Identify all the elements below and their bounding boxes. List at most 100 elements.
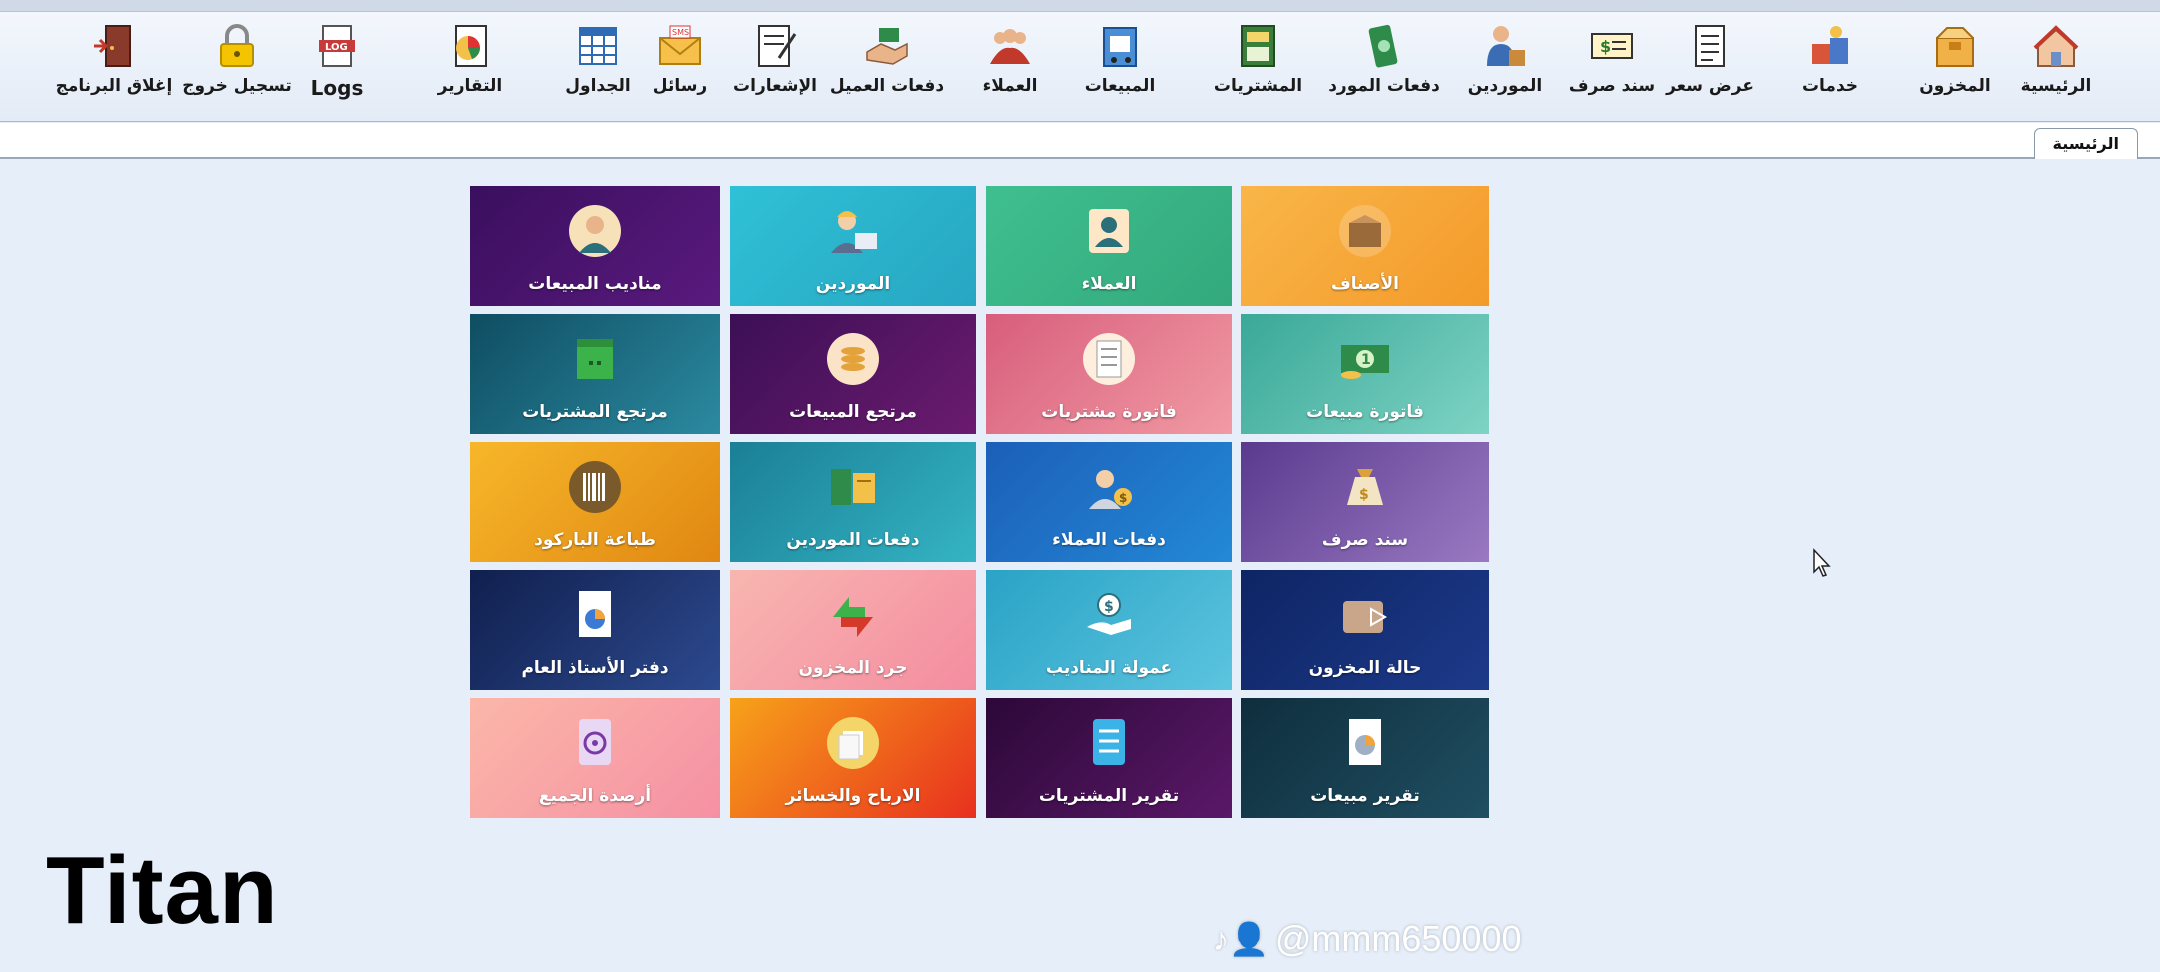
tile-icon-wrap	[1330, 708, 1400, 778]
svg-text:1: 1	[1361, 352, 1371, 368]
module-tile-purchase-report[interactable]: تقرير المشتريات	[986, 698, 1232, 818]
tile-label: العملاء	[1081, 274, 1137, 294]
module-tile-ledger-pie[interactable]: دفتر الأستاذ العام	[470, 570, 720, 690]
toolbar-button-exit-door[interactable]: إغلاق البرنامج	[54, 22, 174, 114]
svg-text:$: $	[1119, 491, 1127, 505]
reports-icon	[455, 25, 487, 67]
balances-icon	[579, 719, 611, 765]
mouse-cursor-icon	[1813, 548, 1831, 577]
tile-icon-wrap: 1	[1330, 324, 1400, 394]
tile-label: الارباح والخسائر	[785, 786, 921, 806]
toolbar-button-payment-voucher[interactable]: $ سند صرف	[1552, 22, 1672, 114]
toolbar-button-purchases[interactable]: المشتريات	[1198, 22, 1318, 114]
tab-home[interactable]: الرئيسية	[2033, 128, 2138, 159]
module-tile-stock-status[interactable]: حالة المخزون	[1241, 570, 1489, 690]
module-tile-balances[interactable]: أرصدة الجميع	[470, 698, 720, 818]
toolbar-button-label: رسائل	[652, 76, 708, 96]
toolbar-button-services[interactable]: خدمات	[1770, 22, 1890, 114]
tile-icon-wrap	[1074, 196, 1144, 266]
barcode-icon	[569, 461, 621, 513]
toolbar-button-customer-payments[interactable]: دفعات العميل	[827, 22, 947, 114]
toolbar-button-sales[interactable]: المبيعات	[1060, 22, 1180, 114]
svg-text:SMS: SMS	[672, 28, 689, 37]
toolbar-button-supplier-payments[interactable]: دفعات المورد	[1324, 22, 1444, 114]
main-toolbar: الرئيسية المخزون خدمات عرض سعر $ سند صرف المور…	[0, 12, 2160, 122]
tile-label: الأصناف	[1331, 274, 1399, 294]
tile-icon-wrap: $	[1330, 452, 1400, 522]
module-tile-items-box[interactable]: الأصناف	[1241, 186, 1489, 306]
tile-icon-wrap	[1330, 580, 1400, 650]
toolbar-button-lock[interactable]: تسجيل خروج	[177, 22, 297, 114]
toolbar-button-label: Logs	[310, 76, 364, 100]
tile-label: دفعات الموردين	[786, 530, 920, 550]
svg-text:LOG: LOG	[325, 42, 348, 53]
toolbar-button-label: العملاء	[982, 76, 1038, 96]
toolbar-button-reports[interactable]: التقارير	[410, 22, 530, 114]
module-tile-grid: الأصناف العملاء الموردين مناديب المبيعات 1 فا…	[470, 186, 1490, 824]
tile-label: مرتجع المبيعات	[789, 402, 917, 422]
module-tile-commission-hand[interactable]: $ عمولة المناديب	[986, 570, 1232, 690]
toolbar-button-label: تسجيل خروج	[182, 76, 292, 96]
tile-label: عمولة المناديب	[1045, 658, 1173, 678]
social-icons: ♪👤	[1213, 921, 1269, 957]
module-tile-sales-report[interactable]: تقرير مبيعات	[1241, 698, 1489, 818]
svg-text:$: $	[1104, 599, 1114, 615]
toolbar-button-label: الرئيسية	[2020, 76, 2092, 96]
toolbar-button-label: سند صرف	[1568, 76, 1656, 96]
toolbar-button-customers[interactable]: العملاء	[950, 22, 1070, 114]
customer-card-icon	[1089, 209, 1129, 253]
module-tile-inventory-arrows[interactable]: جرد المخزون	[730, 570, 976, 690]
module-tile-barcode[interactable]: طباعة الباركود	[470, 442, 720, 562]
module-tile-money-bag[interactable]: $ سند صرف	[1241, 442, 1489, 562]
tile-label: حالة المخزون	[1308, 658, 1422, 678]
exit-door-icon	[94, 25, 131, 67]
module-tile-customer-payment[interactable]: $ دفعات العملاء	[986, 442, 1232, 562]
module-tile-sales-invoice[interactable]: 1 فاتورة مبيعات	[1241, 314, 1489, 434]
logs-icon: LOG	[319, 25, 355, 67]
toolbar-button-label: التقارير	[437, 76, 503, 96]
tile-label: جرد المخزون	[798, 658, 908, 678]
toolbar-button-label: خدمات	[1801, 76, 1859, 96]
module-tile-customer-card[interactable]: العملاء	[986, 186, 1232, 306]
tile-icon-wrap	[1074, 324, 1144, 394]
suppliers-icon	[1487, 26, 1525, 66]
module-tile-sales-rep[interactable]: مناديب المبيعات	[470, 186, 720, 306]
customer-payments-icon	[866, 28, 908, 65]
handle-watermark: ♪👤 @mmm650000	[1213, 918, 1521, 960]
supplier-payment-icon	[831, 469, 875, 505]
module-tile-supplier-worker[interactable]: الموردين	[730, 186, 976, 306]
module-tile-sales-return[interactable]: مرتجع المبيعات	[730, 314, 976, 434]
toolbar-button-suppliers[interactable]: الموردين	[1445, 22, 1565, 114]
module-tile-profit-loss[interactable]: الارباح والخسائر	[730, 698, 976, 818]
profit-loss-icon	[827, 717, 879, 769]
toolbar-button-tables[interactable]: الجداول	[538, 22, 658, 114]
sales-icon	[1103, 27, 1137, 67]
tile-icon-wrap	[560, 452, 630, 522]
tile-icon-wrap	[1330, 196, 1400, 266]
payment-voucher-icon: $	[1591, 33, 1633, 59]
toolbar-button-label: عرض سعر	[1666, 76, 1754, 96]
toolbar-button-label: الموردين	[1467, 76, 1543, 96]
module-tile-purchase-invoice[interactable]: فاتورة مشتريات	[986, 314, 1232, 434]
customer-payment-icon: $	[1089, 470, 1132, 509]
tile-icon-wrap	[560, 196, 630, 266]
tile-label: فاتورة مشتريات	[1041, 402, 1177, 422]
handle-text: @mmm650000	[1274, 918, 1522, 959]
notifications-icon	[758, 25, 797, 67]
purchase-invoice-icon	[1083, 333, 1135, 385]
module-tile-purchase-return[interactable]: مرتجع المشتريات	[470, 314, 720, 434]
purchases-icon	[1241, 25, 1275, 67]
module-tile-supplier-payment[interactable]: دفعات الموردين	[730, 442, 976, 562]
tile-label: دفتر الأستاذ العام	[521, 658, 669, 678]
tile-label: الموردين	[815, 274, 891, 294]
svg-text:$: $	[1600, 37, 1611, 56]
tile-label: فاتورة مبيعات	[1306, 402, 1424, 422]
inventory-arrows-icon	[833, 597, 873, 637]
tile-icon-wrap: $	[1074, 580, 1144, 650]
price-quote-icon	[1695, 25, 1725, 67]
tile-label: دفعات العملاء	[1052, 530, 1166, 550]
tile-icon-wrap	[818, 196, 888, 266]
tile-label: تقرير المشتريات	[1038, 786, 1180, 806]
toolbar-button-warehouse-box[interactable]: المخزون	[1895, 22, 2015, 114]
tile-icon-wrap	[818, 452, 888, 522]
